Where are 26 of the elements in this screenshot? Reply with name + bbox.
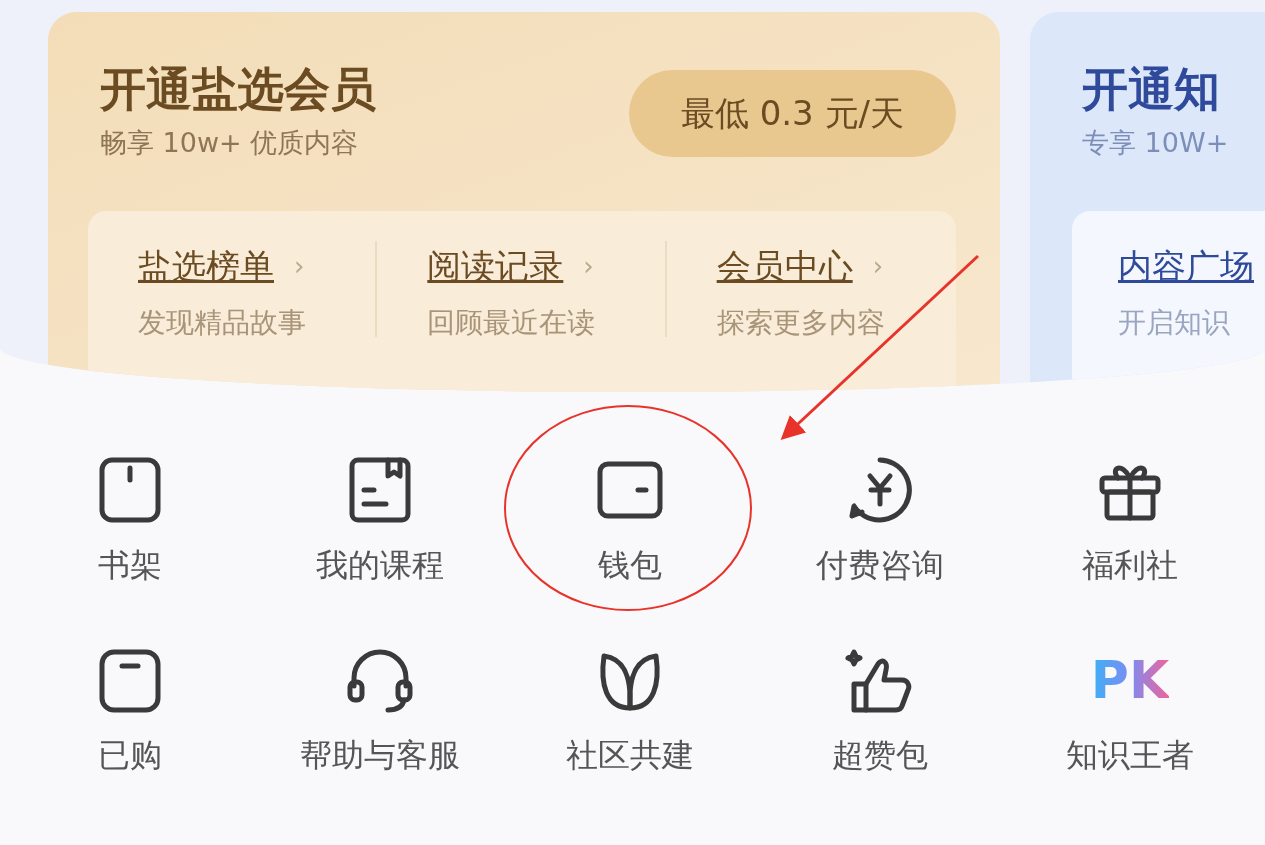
- shortcut-item[interactable]: 书架: [5, 454, 255, 585]
- shortcut-item[interactable]: 帮助与客服: [255, 644, 505, 775]
- shortcut-item[interactable]: PK 知识王者: [1005, 644, 1255, 775]
- card-subtitle: 专享 10W+: [1082, 125, 1229, 160]
- card-title: 开通盐选会员: [100, 64, 376, 115]
- shortcut-item[interactable]: 福利社: [1005, 454, 1255, 585]
- shortcut-item[interactable]: 社区共建: [505, 644, 755, 775]
- link-title[interactable]: 内容广场: [1118, 241, 1254, 293]
- card-title: 开通知: [1082, 64, 1221, 115]
- card-subtitle: 畅享 10w+ 优质内容: [100, 125, 360, 160]
- link-title[interactable]: 盐选榜单: [138, 241, 274, 293]
- chevron-icon: ›: [583, 247, 594, 287]
- shortcut-item[interactable]: 我的课程: [255, 454, 505, 585]
- shortcut-item[interactable]: 已购: [5, 644, 255, 775]
- link-caption: 探索更多内容: [716, 305, 886, 342]
- link-caption: 发现精品故事: [138, 305, 307, 342]
- shortcut-item[interactable]: 超赞包: [755, 644, 1005, 775]
- link-caption: 回顾最近在读: [427, 305, 597, 342]
- chevron-icon: ›: [294, 247, 305, 287]
- chevron-icon: ›: [872, 247, 884, 287]
- price-button[interactable]: 最低 0.3 元/天: [628, 70, 956, 157]
- link-title[interactable]: 会员中心: [716, 241, 853, 293]
- shortcut-item[interactable]: 付费咨询: [755, 454, 1005, 585]
- link-title[interactable]: 阅读记录: [427, 241, 564, 293]
- link-caption: 开启知识: [1118, 305, 1231, 342]
- shortcut-item[interactable]: 钱包: [505, 454, 755, 585]
